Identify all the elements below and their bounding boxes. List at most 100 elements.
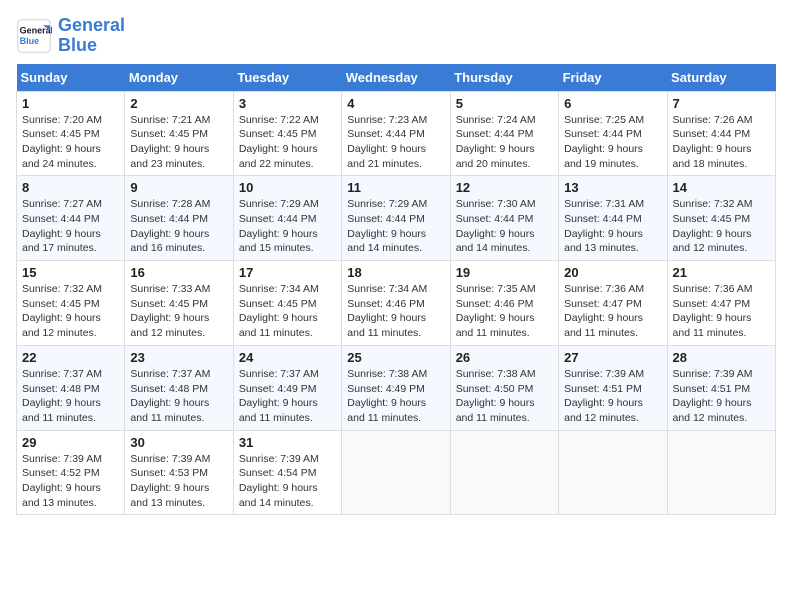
weekday-header-cell: Friday	[559, 64, 667, 92]
day-number: 28	[673, 350, 770, 365]
weekday-header-cell: Saturday	[667, 64, 775, 92]
day-info: Sunrise: 7:35 AM Sunset: 4:46 PM Dayligh…	[456, 282, 553, 341]
calendar-day-cell: 11 Sunrise: 7:29 AM Sunset: 4:44 PM Dayli…	[342, 176, 450, 261]
day-info: Sunrise: 7:34 AM Sunset: 4:46 PM Dayligh…	[347, 282, 444, 341]
calendar-day-cell: 15 Sunrise: 7:32 AM Sunset: 4:45 PM Dayli…	[17, 261, 125, 346]
calendar-day-cell: 5 Sunrise: 7:24 AM Sunset: 4:44 PM Daylig…	[450, 91, 558, 176]
logo: General Blue GeneralBlue	[16, 16, 125, 56]
day-info: Sunrise: 7:25 AM Sunset: 4:44 PM Dayligh…	[564, 113, 661, 172]
day-info: Sunrise: 7:39 AM Sunset: 4:51 PM Dayligh…	[564, 367, 661, 426]
day-number: 5	[456, 96, 553, 111]
day-info: Sunrise: 7:39 AM Sunset: 4:52 PM Dayligh…	[22, 452, 119, 511]
logo-text: GeneralBlue	[58, 16, 125, 56]
day-info: Sunrise: 7:34 AM Sunset: 4:45 PM Dayligh…	[239, 282, 336, 341]
day-info: Sunrise: 7:26 AM Sunset: 4:44 PM Dayligh…	[673, 113, 770, 172]
day-info: Sunrise: 7:38 AM Sunset: 4:50 PM Dayligh…	[456, 367, 553, 426]
calendar-day-cell: 8Sunrise: 7:27 AM Sunset: 4:44 PM Daylig…	[17, 176, 125, 261]
day-number: 29	[22, 435, 119, 450]
calendar-day-cell	[559, 430, 667, 515]
calendar-day-cell: 31Sunrise: 7:39 AM Sunset: 4:54 PM Dayli…	[233, 430, 341, 515]
calendar-day-cell: 16 Sunrise: 7:33 AM Sunset: 4:45 PM Dayli…	[125, 261, 233, 346]
day-info: Sunrise: 7:31 AM Sunset: 4:44 PM Dayligh…	[564, 197, 661, 256]
day-number: 6	[564, 96, 661, 111]
day-number: 1	[22, 96, 119, 111]
day-number: 22	[22, 350, 119, 365]
page-header: General Blue GeneralBlue	[16, 16, 776, 56]
calendar-table: SundayMondayTuesdayWednesdayThursdayFrid…	[16, 64, 776, 516]
day-number: 18	[347, 265, 444, 280]
day-info: Sunrise: 7:37 AM Sunset: 4:48 PM Dayligh…	[22, 367, 119, 426]
calendar-day-cell: 9Sunrise: 7:28 AM Sunset: 4:44 PM Daylig…	[125, 176, 233, 261]
weekday-header-cell: Thursday	[450, 64, 558, 92]
day-number: 27	[564, 350, 661, 365]
calendar-week-row: 29 Sunrise: 7:39 AM Sunset: 4:52 PM Dayli…	[17, 430, 776, 515]
day-info: Sunrise: 7:39 AM Sunset: 4:53 PM Dayligh…	[130, 452, 227, 511]
calendar-day-cell: 10 Sunrise: 7:29 AM Sunset: 4:44 PM Dayli…	[233, 176, 341, 261]
day-number: 11	[347, 180, 444, 195]
day-number: 16	[130, 265, 227, 280]
day-number: 23	[130, 350, 227, 365]
day-number: 3	[239, 96, 336, 111]
svg-text:Blue: Blue	[20, 36, 40, 46]
day-number: 7	[673, 96, 770, 111]
calendar-week-row: 15 Sunrise: 7:32 AM Sunset: 4:45 PM Dayli…	[17, 261, 776, 346]
calendar-day-cell	[450, 430, 558, 515]
day-info: Sunrise: 7:33 AM Sunset: 4:45 PM Dayligh…	[130, 282, 227, 341]
calendar-day-cell: 30 Sunrise: 7:39 AM Sunset: 4:53 PM Dayli…	[125, 430, 233, 515]
day-number: 2	[130, 96, 227, 111]
day-info: Sunrise: 7:38 AM Sunset: 4:49 PM Dayligh…	[347, 367, 444, 426]
calendar-day-cell	[667, 430, 775, 515]
calendar-day-cell: 26Sunrise: 7:38 AM Sunset: 4:50 PM Dayli…	[450, 345, 558, 430]
day-info: Sunrise: 7:20 AM Sunset: 4:45 PM Dayligh…	[22, 113, 119, 172]
weekday-header-cell: Tuesday	[233, 64, 341, 92]
day-info: Sunrise: 7:22 AM Sunset: 4:45 PM Dayligh…	[239, 113, 336, 172]
calendar-day-cell: 29 Sunrise: 7:39 AM Sunset: 4:52 PM Dayli…	[17, 430, 125, 515]
calendar-day-cell	[342, 430, 450, 515]
weekday-header-row: SundayMondayTuesdayWednesdayThursdayFrid…	[17, 64, 776, 92]
calendar-day-cell: 2 Sunrise: 7:21 AM Sunset: 4:45 PM Daylig…	[125, 91, 233, 176]
calendar-day-cell: 20Sunrise: 7:36 AM Sunset: 4:47 PM Dayli…	[559, 261, 667, 346]
day-number: 20	[564, 265, 661, 280]
day-number: 24	[239, 350, 336, 365]
day-number: 4	[347, 96, 444, 111]
day-info: Sunrise: 7:24 AM Sunset: 4:44 PM Dayligh…	[456, 113, 553, 172]
calendar-week-row: 22 Sunrise: 7:37 AM Sunset: 4:48 PM Dayli…	[17, 345, 776, 430]
calendar-day-cell: 4 Sunrise: 7:23 AM Sunset: 4:44 PM Daylig…	[342, 91, 450, 176]
calendar-day-cell: 23 Sunrise: 7:37 AM Sunset: 4:48 PM Dayli…	[125, 345, 233, 430]
day-number: 13	[564, 180, 661, 195]
weekday-header-cell: Sunday	[17, 64, 125, 92]
calendar-day-cell: 25Sunrise: 7:38 AM Sunset: 4:49 PM Dayli…	[342, 345, 450, 430]
calendar-week-row: 1 Sunrise: 7:20 AM Sunset: 4:45 PM Daylig…	[17, 91, 776, 176]
calendar-day-cell: 14 Sunrise: 7:32 AM Sunset: 4:45 PM Dayli…	[667, 176, 775, 261]
day-number: 12	[456, 180, 553, 195]
calendar-day-cell: 13 Sunrise: 7:31 AM Sunset: 4:44 PM Dayli…	[559, 176, 667, 261]
day-number: 31	[239, 435, 336, 450]
day-info: Sunrise: 7:37 AM Sunset: 4:49 PM Dayligh…	[239, 367, 336, 426]
day-number: 10	[239, 180, 336, 195]
calendar-week-row: 8Sunrise: 7:27 AM Sunset: 4:44 PM Daylig…	[17, 176, 776, 261]
day-info: Sunrise: 7:32 AM Sunset: 4:45 PM Dayligh…	[673, 197, 770, 256]
calendar-day-cell: 22 Sunrise: 7:37 AM Sunset: 4:48 PM Dayli…	[17, 345, 125, 430]
day-info: Sunrise: 7:28 AM Sunset: 4:44 PM Dayligh…	[130, 197, 227, 256]
calendar-day-cell: 18 Sunrise: 7:34 AM Sunset: 4:46 PM Dayli…	[342, 261, 450, 346]
day-info: Sunrise: 7:32 AM Sunset: 4:45 PM Dayligh…	[22, 282, 119, 341]
day-number: 15	[22, 265, 119, 280]
logo-icon: General Blue	[16, 18, 52, 54]
day-number: 14	[673, 180, 770, 195]
calendar-day-cell: 3 Sunrise: 7:22 AM Sunset: 4:45 PM Daylig…	[233, 91, 341, 176]
weekday-header-cell: Wednesday	[342, 64, 450, 92]
day-number: 30	[130, 435, 227, 450]
calendar-day-cell: 1 Sunrise: 7:20 AM Sunset: 4:45 PM Daylig…	[17, 91, 125, 176]
weekday-header-cell: Monday	[125, 64, 233, 92]
day-info: Sunrise: 7:29 AM Sunset: 4:44 PM Dayligh…	[239, 197, 336, 256]
calendar-day-cell: 17Sunrise: 7:34 AM Sunset: 4:45 PM Dayli…	[233, 261, 341, 346]
day-info: Sunrise: 7:37 AM Sunset: 4:48 PM Dayligh…	[130, 367, 227, 426]
calendar-day-cell: 12Sunrise: 7:30 AM Sunset: 4:44 PM Dayli…	[450, 176, 558, 261]
day-info: Sunrise: 7:23 AM Sunset: 4:44 PM Dayligh…	[347, 113, 444, 172]
calendar-day-cell: 19Sunrise: 7:35 AM Sunset: 4:46 PM Dayli…	[450, 261, 558, 346]
day-info: Sunrise: 7:29 AM Sunset: 4:44 PM Dayligh…	[347, 197, 444, 256]
day-info: Sunrise: 7:21 AM Sunset: 4:45 PM Dayligh…	[130, 113, 227, 172]
day-info: Sunrise: 7:36 AM Sunset: 4:47 PM Dayligh…	[673, 282, 770, 341]
calendar-day-cell: 21Sunrise: 7:36 AM Sunset: 4:47 PM Dayli…	[667, 261, 775, 346]
calendar-day-cell: 6 Sunrise: 7:25 AM Sunset: 4:44 PM Daylig…	[559, 91, 667, 176]
